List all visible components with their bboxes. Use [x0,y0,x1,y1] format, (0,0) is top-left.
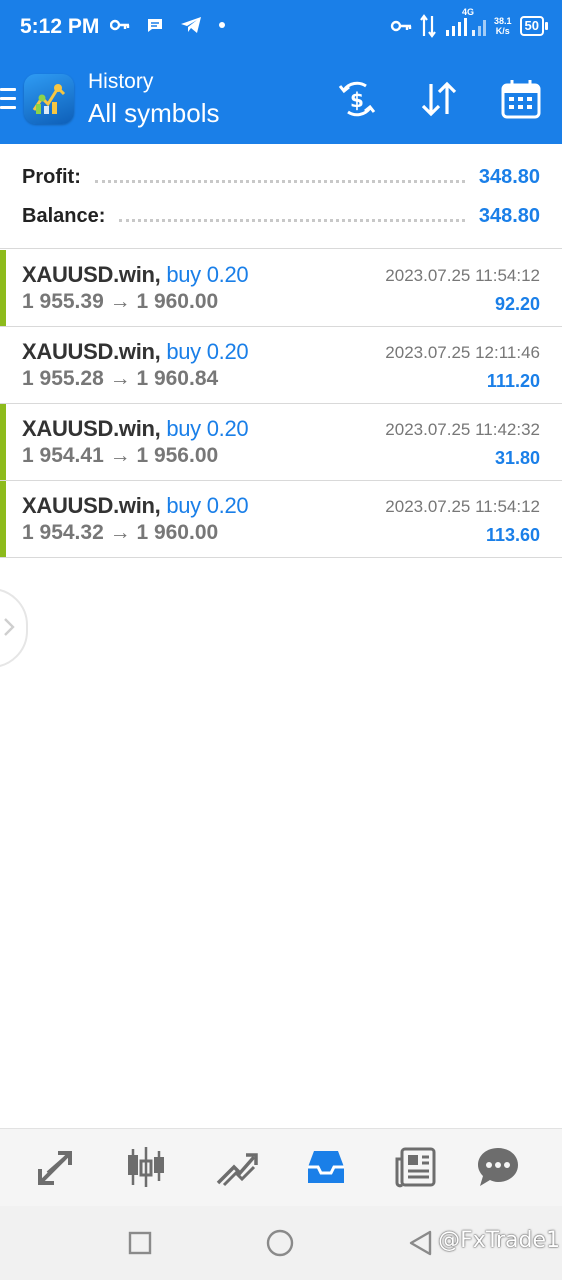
arrow-icon: → [109,290,131,313]
arrow-icon: → [109,444,131,467]
net-speed-unit: K/s [495,26,510,36]
quotes-icon[interactable] [34,1145,78,1189]
svg-text:$: $ [350,88,364,112]
screen: 5:12 PM 4G 38.1 K/s 50 History All symbo… [0,0,562,1280]
status-bar: 5:12 PM 4G 38.1 K/s 50 [0,0,562,58]
profit-label: Profit: [22,165,81,188]
trade-type: buy 0.20 [166,493,249,518]
summary-panel: Profit: 348.80 Balance: 348.80 [0,144,562,249]
bottom-nav [0,1128,562,1207]
dot-icon [219,22,225,28]
app-subtitle-symbol-filter[interactable]: All symbols [88,98,219,129]
trade-row[interactable]: XAUUSD.win, buy 0.20 1 954.32 → 1 960.00… [0,481,562,558]
arrow-icon: → [109,521,131,544]
trade-accent-bar [0,481,6,557]
news-icon[interactable] [394,1145,438,1189]
net-speed: 38.1 K/s [494,16,512,36]
trade-time: 2023.07.25 11:54:12 [385,266,540,285]
dollar-refresh-icon[interactable]: $ [336,78,378,120]
trade-list: XAUUSD.win, buy 0.20 1 955.39 → 1 960.00… [0,250,562,558]
vpn-key-icon [390,20,412,32]
status-right-icons: 4G 38.1 K/s 50 [390,7,549,38]
battery-icon: 50 [519,16,549,36]
menu-icon[interactable] [0,88,18,112]
trade-symbol: XAUUSD.win, buy 0.20 [22,493,249,518]
trade-time: 2023.07.25 11:54:12 [385,497,540,516]
trade-symbol: XAUUSD.win, buy 0.20 [22,416,249,441]
trade-time: 2023.07.25 11:42:32 [385,420,540,439]
net-speed-value: 38.1 [494,16,512,26]
messages-icon[interactable] [476,1145,520,1189]
calendar-icon[interactable] [500,78,542,120]
system-nav-bar: @FxTrade1 [0,1206,562,1280]
trade-prices: 1 954.41 → 1 956.00 [22,444,219,467]
app-title: History [88,70,154,93]
trade-profit: 113.60 [485,525,540,545]
profit-value: 348.80 [478,165,540,188]
arrow-icon: → [109,367,131,390]
trade-icon[interactable] [214,1145,258,1189]
message-icon [148,19,162,32]
balance-label: Balance: [22,204,106,227]
dotted-leader [119,218,465,222]
profit-row: Profit: 348.80 [22,162,540,192]
app-bar: History All symbols $ [0,58,562,144]
back-icon[interactable] [408,1230,434,1256]
trade-type: buy 0.20 [166,262,249,287]
data-arrows-icon [420,14,436,38]
trade-symbol: XAUUSD.win, buy 0.20 [22,339,249,364]
trade-accent-bar [0,404,6,480]
trade-prices: 1 954.32 → 1 960.00 [22,521,219,544]
trade-prices: 1 955.39 → 1 960.00 [22,290,219,313]
home-icon[interactable] [266,1229,294,1257]
trade-type: buy 0.20 [166,416,249,441]
status-left-icons [110,16,226,34]
chevron-right-icon[interactable] [0,614,18,640]
trade-type: buy 0.20 [166,339,249,364]
chart-icon[interactable] [124,1145,168,1189]
history-icon[interactable] [304,1145,348,1189]
trade-symbol: XAUUSD.win, buy 0.20 [22,262,249,287]
dotted-leader [94,179,465,183]
trade-row[interactable]: XAUUSD.win, buy 0.20 1 954.41 → 1 956.00… [0,404,562,481]
trade-accent-bar [0,250,6,326]
recents-icon[interactable] [128,1231,152,1255]
status-time: 5:12 PM [20,15,100,38]
telegram-icon [181,17,201,33]
trade-row[interactable]: XAUUSD.win, buy 0.20 1 955.39 → 1 960.00… [0,250,562,327]
balance-row: Balance: 348.80 [22,201,540,231]
watermark: @FxTrade1 [438,1228,560,1253]
trade-profit: 31.80 [494,448,540,468]
battery-level: 50 [524,18,539,33]
sort-icon[interactable] [418,78,460,120]
key-icon [110,19,130,31]
trade-prices: 1 955.28 → 1 960.84 [22,367,219,390]
signal-icon: 4G [444,7,486,38]
trade-time: 2023.07.25 12:11:46 [385,343,540,362]
trade-row[interactable]: XAUUSD.win, buy 0.20 1 955.28 → 1 960.84… [0,327,562,404]
trade-profit: 92.20 [494,294,540,314]
app-logo[interactable] [24,74,74,124]
balance-value: 348.80 [478,204,540,227]
trade-profit: 111.20 [486,371,540,391]
